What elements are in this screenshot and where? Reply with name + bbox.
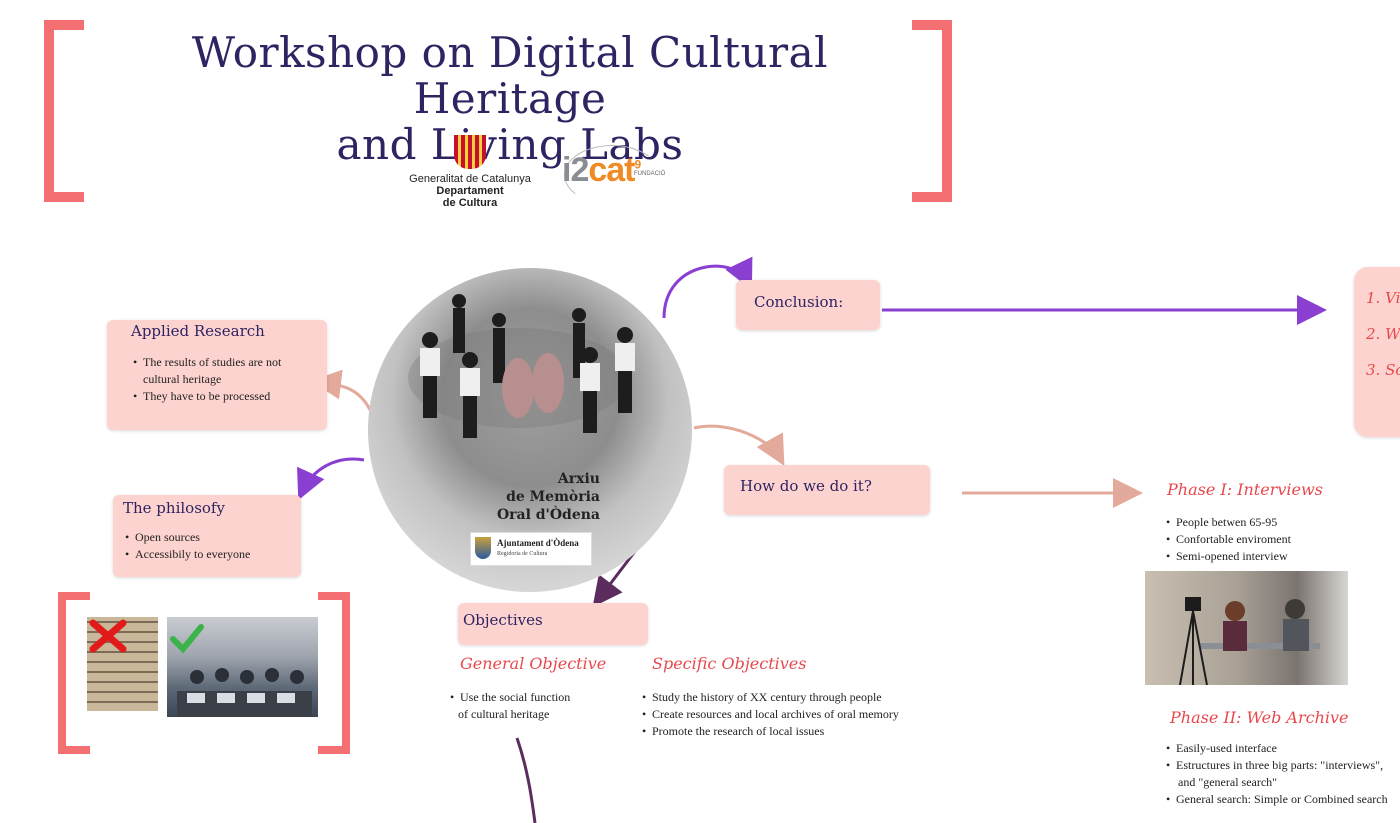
phase1-title: Phase I: Interviews (1167, 480, 1323, 499)
list-item: and "general search" (1178, 775, 1278, 789)
green-check-icon (170, 624, 204, 654)
phase1-list: People betwen 65-95 Confortable envirome… (1166, 514, 1366, 565)
list-item: Create resources and local archives of o… (642, 706, 932, 723)
how-title: How do we do it? (740, 477, 872, 495)
classroom-photo (167, 617, 318, 717)
list-item: Promote the research of local issues (642, 723, 932, 740)
philosophy-card[interactable]: The philosofy Open sources Accessibily t… (113, 495, 301, 577)
philosophy-list: Open sources Accessibily to everyone (125, 529, 295, 563)
list-item: Estructures in three big parts: "intervi… (1166, 757, 1400, 774)
philosophy-title: The philosofy (123, 499, 225, 517)
arrow-to-how (693, 424, 785, 466)
list-item: People betwen 65-95 (1166, 514, 1366, 531)
general-objective-list: Use the social function of cultural heri… (450, 689, 620, 723)
conclusion-item-2: 2. W (1366, 325, 1400, 343)
specific-objectives-title: Specific Objectives (652, 654, 807, 673)
list-item: Use the social function (450, 689, 620, 706)
list-item: General search: Simple or Combined searc… (1166, 791, 1400, 808)
arxiu-line-1: Arxiu (557, 471, 600, 487)
interview-photo (1145, 571, 1348, 685)
arrow-to-applied-research (311, 369, 372, 411)
archive-shelves-photo (87, 617, 158, 711)
how-card[interactable]: How do we do it? (724, 465, 930, 515)
phase2-title: Phase II: Web Archive (1170, 708, 1349, 727)
ajuntament-logo: Ajuntament d'Òdena Regidoria de Cultura (470, 532, 592, 566)
arxiu-label: Arxiu de Memòria Oral d'Òdena (480, 470, 600, 524)
applied-research-card[interactable]: Applied Research The results of studies … (107, 320, 327, 430)
list-item: Study the history of XX century through … (642, 689, 932, 706)
objectives-title: Objectives (463, 611, 543, 629)
conclusion-card[interactable]: Conclusion: (736, 280, 880, 330)
arxiu-line-2: de Memòria (506, 489, 600, 505)
list-item: They have to be processed (133, 388, 323, 405)
conclusion-item-1: 1. Vi (1366, 289, 1400, 307)
list-item: of cultural heritage (458, 707, 550, 721)
list-item: cultural heritage (143, 372, 222, 386)
applied-research-title: Applied Research (131, 322, 265, 340)
list-item: The results of studies are not (133, 354, 323, 371)
conclusion-list-card[interactable]: 1. Vi 2. W 3. Sc (1354, 267, 1400, 437)
list-item: Confortable enviroment (1166, 531, 1366, 548)
list-item: Semi-opened interview (1166, 548, 1366, 565)
list-item: Easily-used interface (1166, 740, 1400, 757)
conclusion-title: Conclusion: (754, 293, 844, 311)
red-cross-icon (89, 619, 127, 653)
arrow-to-philosophy (297, 457, 365, 501)
general-objective-title: General Objective (460, 654, 607, 673)
specific-objectives-list: Study the history of XX century through … (642, 689, 932, 740)
list-item: Open sources (125, 529, 295, 546)
phase2-list: Easily-used interface Estructures in thr… (1166, 740, 1400, 808)
odena-shield-icon (475, 537, 491, 559)
conclusion-item-3: 3. Sc (1366, 361, 1400, 379)
interview-scene-icon (1179, 597, 1320, 685)
classroom-people-icon (170, 624, 312, 717)
arxiu-line-3: Oral d'Òdena (496, 507, 600, 523)
applied-research-list: The results of studies are not cultural … (133, 354, 323, 405)
list-item: Accessibily to everyone (125, 546, 295, 563)
arrow-down-bottom (515, 737, 537, 823)
photos-bracket-right (318, 592, 350, 754)
objectives-card[interactable]: Objectives (458, 603, 648, 645)
photos-bracket-left (58, 592, 90, 754)
ajuntament-name: Ajuntament d'Òdena (497, 538, 579, 548)
regidoria-name: Regidoria de Cultura (497, 551, 548, 557)
